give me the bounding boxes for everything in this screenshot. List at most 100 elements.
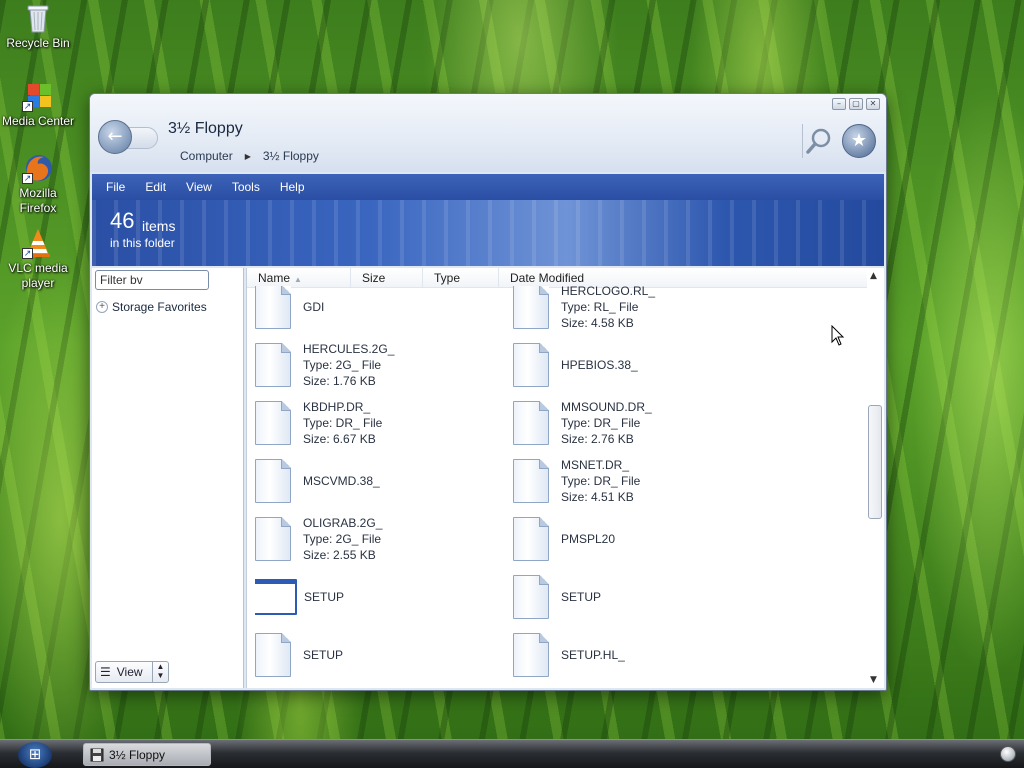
view-list-icon: ☰	[100, 665, 111, 679]
desktop-icon-media-center[interactable]: ↗ Media Center	[0, 80, 76, 129]
application-window-icon	[255, 579, 297, 615]
start-button[interactable]: ⊞	[18, 742, 52, 768]
view-button[interactable]: ☰ View ▲ ▼	[95, 661, 169, 683]
maximize-button[interactable]: ▢	[849, 98, 863, 110]
file-name: HPEBIOS.38_	[561, 358, 638, 372]
shortcut-arrow-icon: ↗	[22, 101, 33, 112]
floppy-icon	[90, 748, 104, 761]
document-icon	[513, 343, 549, 387]
column-header-type[interactable]: Type	[423, 267, 499, 288]
file-item[interactable]: HPEBIOS.38_	[513, 339, 763, 391]
folder-info-band: 46 items in this folder	[92, 200, 884, 266]
document-icon	[255, 343, 291, 387]
breadcrumb-separator-icon: ▶	[244, 151, 251, 161]
file-name: SETUP	[303, 648, 344, 662]
file-name: PMSPL20	[561, 532, 616, 546]
column-headers: Name ▲ Size Type Date Modified	[247, 267, 867, 288]
breadcrumb-item-floppy[interactable]: 3½ Floppy	[263, 149, 319, 163]
file-item[interactable]: MMSOUND.DR_ Type: DR_ File Size: 2.76 KB	[513, 397, 763, 449]
file-item[interactable]: HERCULES.2G_ Type: 2G_ File Size: 1.76 K…	[255, 339, 505, 391]
explorer-window: – ▢ ✕ ← 3½ Floppy Computer ▶ 3½ Floppy ★…	[89, 93, 887, 691]
file-item[interactable]: HERCLOGO.RL_ Type: RL_ File Size: 4.58 K…	[513, 286, 763, 333]
file-list-pane: Name ▲ Size Type Date Modified GDI HERCLO…	[246, 267, 884, 688]
star-icon: ★	[850, 130, 868, 151]
taskbar: ⊞ 3½ Floppy	[0, 739, 1024, 768]
file-type: Type: DR_ File	[303, 416, 383, 430]
file-size: Size: 2.76 KB	[561, 432, 634, 446]
view-button-label: View	[116, 665, 143, 679]
back-button[interactable]: ←	[98, 120, 132, 154]
desktop-icon-label: Recycle Bin	[6, 36, 70, 50]
desktop-icon-label: VLC media player	[8, 261, 68, 290]
file-item[interactable]: KBDHP.DR_ Type: DR_ File Size: 6.67 KB	[255, 397, 505, 449]
file-type: Type: 2G_ File	[303, 358, 382, 372]
vertical-scrollbar[interactable]: ▲ ▼	[867, 268, 884, 688]
scroll-up-icon[interactable]: ▲	[870, 271, 877, 281]
window-title: 3½ Floppy	[168, 120, 243, 137]
menu-edit[interactable]: Edit	[145, 180, 166, 194]
file-name: MMSOUND.DR_	[561, 400, 652, 414]
breadcrumb-item-computer[interactable]: Computer	[180, 149, 233, 163]
scroll-down-icon[interactable]: ▼	[870, 675, 877, 685]
file-item[interactable]: SETUP	[255, 571, 501, 623]
firefox-icon: ↗	[22, 152, 54, 184]
scroll-thumb[interactable]	[868, 405, 882, 519]
file-item[interactable]: PMSPL20	[513, 513, 763, 565]
sort-ascending-icon: ▲	[294, 274, 302, 284]
shortcut-arrow-icon: ↗	[22, 248, 33, 259]
mouse-cursor-icon	[831, 325, 845, 346]
file-size: Size: 2.55 KB	[303, 548, 376, 562]
storage-favorites[interactable]: + Storage Favorites	[96, 300, 207, 314]
filter-input[interactable]: Filter bv	[95, 270, 209, 290]
desktop-icon-recycle-bin[interactable]: Recycle Bin	[0, 2, 76, 51]
file-type: Type: DR_ File	[561, 474, 641, 488]
file-type: Type: RL_ File	[561, 300, 639, 314]
file-name: MSCVMD.38_	[303, 474, 380, 488]
taskbar-button-label: 3½ Floppy	[109, 747, 166, 762]
file-item[interactable]: SETUP	[513, 571, 763, 623]
file-item[interactable]: MSCVMD.38_	[255, 455, 505, 507]
vlc-icon: ↗	[22, 227, 54, 259]
recycle-bin-icon	[22, 2, 54, 34]
desktop-icon-label: Media Center	[1, 114, 75, 128]
file-item[interactable]: MSNET.DR_ Type: DR_ File Size: 4.51 KB	[513, 455, 763, 507]
menu-bar: File Edit View Tools Help	[92, 174, 884, 200]
close-button[interactable]: ✕	[866, 98, 880, 110]
view-stepper-icon[interactable]: ▲ ▼	[152, 662, 168, 682]
document-icon	[513, 575, 549, 619]
menu-help[interactable]: Help	[280, 180, 305, 194]
taskbar-button-floppy[interactable]: 3½ Floppy	[83, 743, 211, 766]
desktop-icon-vlc[interactable]: ↗ VLC media player	[0, 227, 76, 291]
file-name: HERCLOGO.RL_	[561, 286, 656, 298]
file-name: GDI	[303, 300, 325, 314]
menu-file[interactable]: File	[106, 180, 125, 194]
desktop-icon-firefox[interactable]: ↗ Mozilla Firefox	[0, 152, 76, 216]
search-button[interactable]	[802, 124, 834, 158]
title-bar[interactable]: – ▢ ✕ ← 3½ Floppy Computer ▶ 3½ Floppy ★	[90, 94, 886, 172]
file-name: MSNET.DR_	[561, 458, 630, 472]
file-item[interactable]: SETUP	[255, 629, 505, 681]
column-header-size[interactable]: Size	[351, 267, 423, 288]
column-header-date-modified[interactable]: Date Modified	[499, 268, 639, 288]
file-type: Type: 2G_ File	[303, 532, 382, 546]
menu-view[interactable]: View	[186, 180, 212, 194]
menu-tools[interactable]: Tools	[232, 180, 260, 194]
file-size: Size: 1.76 KB	[303, 374, 376, 388]
file-item[interactable]: GDI	[255, 286, 505, 333]
document-icon	[513, 517, 549, 561]
file-size: Size: 4.58 KB	[561, 316, 634, 330]
document-icon	[255, 517, 291, 561]
favorites-button[interactable]: ★	[842, 124, 876, 158]
file-item[interactable]: OLIGRAB.2G_ Type: 2G_ File Size: 2.55 KB	[255, 513, 505, 565]
desktop-icon-label: Mozilla Firefox	[19, 186, 57, 215]
file-item[interactable]: SETUP.HL_	[513, 629, 763, 681]
magnifier-icon	[805, 128, 830, 154]
document-icon	[255, 286, 291, 329]
back-arrow-icon: ←	[107, 126, 123, 147]
tray-icon[interactable]	[1000, 746, 1016, 762]
windows-logo-icon: ⊞	[28, 745, 42, 763]
minimize-button[interactable]: –	[832, 98, 846, 110]
document-icon	[255, 459, 291, 503]
column-header-name[interactable]: Name ▲	[247, 267, 351, 288]
expand-plus-icon[interactable]: +	[96, 301, 108, 313]
